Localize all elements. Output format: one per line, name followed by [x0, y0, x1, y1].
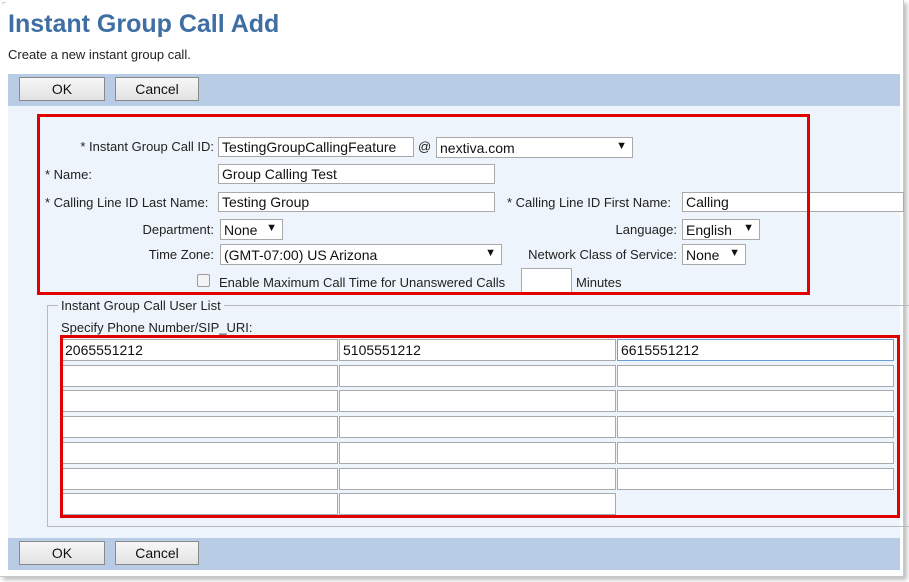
- phone-number-input[interactable]: [617, 339, 894, 361]
- language-label: Language:: [615, 222, 677, 237]
- page-subtitle: Create a new instant group call.: [8, 47, 191, 62]
- phone-number-input[interactable]: [617, 416, 894, 438]
- max-call-time-label: Enable Maximum Call Time for Unanswered …: [219, 275, 506, 290]
- phone-number-input[interactable]: [61, 493, 338, 515]
- phone-number-input[interactable]: [339, 468, 616, 490]
- phone-number-input[interactable]: [61, 468, 338, 490]
- dropdown-arrow-icon: ▼: [485, 247, 496, 259]
- max-call-minutes-input[interactable]: [521, 268, 572, 294]
- minutes-label: Minutes: [576, 275, 622, 290]
- phone-number-input[interactable]: [339, 339, 616, 361]
- phone-number-input[interactable]: [617, 390, 894, 412]
- at-sign: @: [418, 139, 432, 154]
- phone-number-input[interactable]: [339, 416, 616, 438]
- specify-phone-label: Specify Phone Number/SIP_URI:: [61, 320, 253, 335]
- ncos-select[interactable]: None ▼: [682, 244, 746, 265]
- phone-number-input[interactable]: [617, 365, 894, 387]
- cancel-button-top[interactable]: Cancel: [115, 77, 199, 101]
- phone-number-input[interactable]: [617, 468, 894, 490]
- dropdown-arrow-icon: ▼: [729, 247, 740, 259]
- domain-select[interactable]: nextiva.com ▼: [436, 137, 633, 158]
- ncos-select-value: None: [686, 247, 720, 263]
- cancel-button-bottom[interactable]: Cancel: [115, 541, 199, 565]
- cli-first-name-label: * Calling Line ID First Name:: [507, 195, 671, 210]
- time-zone-select[interactable]: (GMT-07:00) US Arizona ▼: [220, 244, 502, 265]
- name-label: * Name:: [45, 167, 92, 182]
- phone-number-input[interactable]: [339, 365, 616, 387]
- phone-number-input[interactable]: [61, 365, 338, 387]
- phone-number-input[interactable]: [61, 390, 338, 412]
- corner-mark: ⌐: [2, 0, 7, 7]
- time-zone-select-value: (GMT-07:00) US Arizona: [224, 247, 378, 263]
- department-select-value: None: [224, 222, 258, 238]
- domain-select-value: nextiva.com: [440, 140, 515, 156]
- cli-last-name-input[interactable]: [218, 192, 495, 212]
- phone-number-input[interactable]: [61, 416, 338, 438]
- department-label: Department:: [142, 222, 214, 237]
- max-call-time-checkbox[interactable]: [197, 274, 210, 287]
- phone-number-input[interactable]: [61, 442, 338, 464]
- cli-last-name-label: * Calling Line ID Last Name:: [45, 195, 209, 210]
- ok-button-top[interactable]: OK: [19, 77, 105, 101]
- top-button-bar: OK Cancel: [8, 74, 900, 106]
- name-input[interactable]: [218, 164, 495, 184]
- dropdown-arrow-icon: ▼: [616, 140, 627, 152]
- language-select-value: English: [686, 222, 732, 238]
- dialog-frame: ⌐ Instant Group Call Add Create a new in…: [0, 0, 909, 577]
- cli-first-name-input[interactable]: [682, 192, 904, 212]
- ncos-label: Network Class of Service:: [528, 247, 677, 262]
- phone-number-input[interactable]: [61, 339, 338, 361]
- group-call-id-label: * Instant Group Call ID:: [80, 139, 214, 154]
- page-title: Instant Group Call Add: [8, 10, 280, 38]
- language-select[interactable]: English ▼: [682, 219, 760, 240]
- department-select[interactable]: None ▼: [220, 219, 283, 240]
- phone-number-input[interactable]: [339, 442, 616, 464]
- phone-number-input[interactable]: [339, 390, 616, 412]
- phone-number-input[interactable]: [339, 493, 616, 515]
- group-call-id-input[interactable]: [218, 137, 414, 157]
- user-list-legend: Instant Group Call User List: [58, 298, 224, 313]
- bottom-button-bar: OK Cancel: [8, 538, 900, 570]
- phone-number-input[interactable]: [617, 442, 894, 464]
- dropdown-arrow-icon: ▼: [266, 222, 277, 234]
- ok-button-bottom[interactable]: OK: [19, 541, 105, 565]
- dropdown-arrow-icon: ▼: [743, 222, 754, 234]
- time-zone-label: Time Zone:: [148, 247, 214, 262]
